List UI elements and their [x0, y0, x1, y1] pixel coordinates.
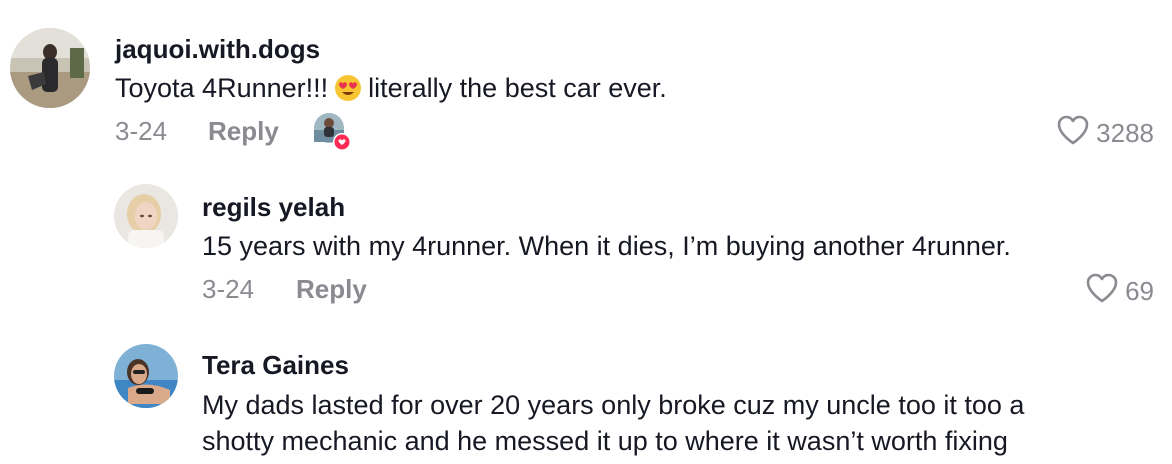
comment-text-part: Toyota 4Runner!!! — [115, 73, 329, 103]
reply-button[interactable]: Reply — [208, 116, 279, 146]
heart-icon — [1056, 114, 1090, 151]
reply-button[interactable]: Reply — [296, 274, 367, 304]
like-count: 3288 — [1096, 117, 1154, 148]
avatar[interactable] — [10, 28, 90, 108]
comment-date: 3-24 — [115, 116, 168, 146]
like-count: 69 — [1125, 275, 1154, 306]
comment-text-line: My dads lasted for over 20 years only br… — [202, 390, 1025, 420]
reply-comment-item: Tera Gaines My dads lasted for over 20 y… — [0, 320, 1172, 464]
avatar[interactable] — [114, 184, 178, 248]
like-button[interactable]: 3288 — [1056, 114, 1154, 151]
comment-date: 3-24 — [202, 274, 255, 304]
avatar[interactable] — [114, 344, 178, 408]
reply-comment-item: regils yelah 15 years with my 4runner. W… — [0, 160, 1172, 320]
comment-text-line: shotty mechanic and he messed it up to w… — [202, 426, 1008, 456]
comment-username[interactable]: regils yelah — [202, 192, 345, 222]
comment-text-part: literally the best car ever. — [368, 73, 667, 103]
creator-liked-badge — [313, 112, 353, 152]
heart-eyes-emoji-icon — [334, 74, 362, 111]
heart-icon — [1085, 272, 1119, 309]
like-button[interactable]: 69 — [1085, 272, 1154, 309]
comment-text: Toyota 4Runner!!! literally the best car … — [115, 70, 667, 111]
comment-username[interactable]: Tera Gaines — [202, 350, 349, 380]
comment-item: jaquoi.with.dogs Toyota 4Runner!!! litera… — [0, 0, 1172, 160]
comment-username[interactable]: jaquoi.with.dogs — [115, 34, 320, 64]
comment-text: 15 years with my 4runner. When it dies, … — [202, 231, 1011, 261]
